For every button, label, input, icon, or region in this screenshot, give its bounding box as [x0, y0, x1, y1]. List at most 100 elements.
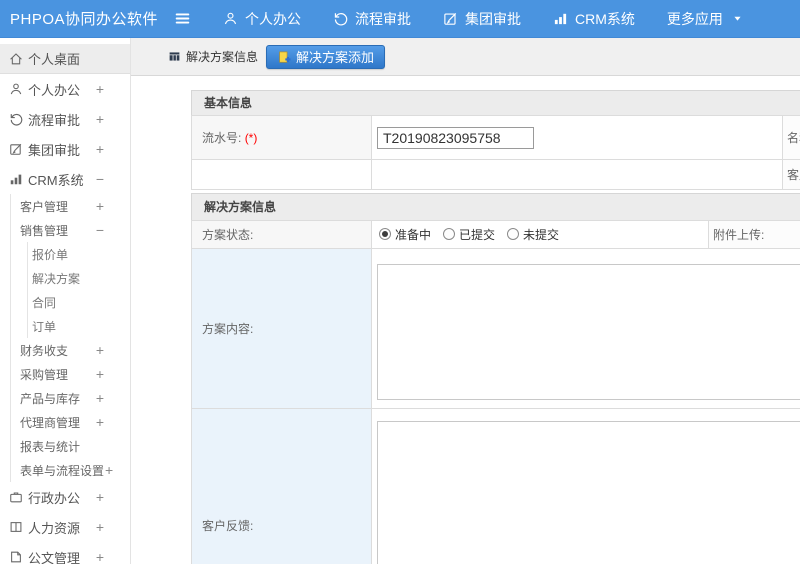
sidebar-item-group-approval[interactable]: 集团审批 + — [0, 134, 130, 164]
sidebar-item-label: 人力资源 — [28, 520, 81, 536]
top-navigation-bar: PHPOA协同办公软件 个人办公 流程审批 集团审批 CRM系统 更多应用 — [0, 0, 800, 38]
expand-plus-icon[interactable]: + — [96, 489, 104, 505]
top-nav-more-apps[interactable]: 更多应用 — [651, 0, 759, 38]
sidebar-item-personal-desktop[interactable]: 个人桌面 — [0, 44, 130, 74]
expand-plus-icon[interactable]: + — [96, 141, 104, 157]
sidebar-item-solution[interactable]: 解决方案 — [0, 266, 130, 290]
user-icon — [9, 82, 23, 96]
sidebar-item-product-inventory[interactable]: 产品与库存 + — [0, 386, 130, 410]
sidebar-item-finance[interactable]: 财务收支 + — [0, 338, 130, 362]
table-row: 方案状态: 准备中 已提交 未提交 附件上传: — [191, 220, 800, 249]
tab-solution-add-label: 解决方案添加 — [296, 50, 375, 65]
required-mark: (*) — [244, 131, 258, 145]
radio-option-label: 已提交 — [459, 227, 496, 242]
sidebar-item-contract[interactable]: 合同 — [0, 290, 130, 314]
sidebar-item-sales-mgmt[interactable]: 销售管理 − — [0, 218, 130, 242]
sidebar-item-label: 产品与库存 — [20, 391, 81, 406]
tab-solution-add-button[interactable]: 解决方案添加 — [266, 44, 386, 69]
expand-plus-icon[interactable]: + — [96, 549, 104, 564]
name-label: 名称 — [787, 131, 800, 145]
top-nav-crm-system[interactable]: CRM系统 — [537, 0, 651, 38]
expand-plus-icon[interactable]: + — [96, 519, 104, 535]
sidebar-item-admin-office[interactable]: 行政办公 + — [0, 482, 130, 512]
sidebar-item-agent-mgmt[interactable]: 代理商管理 + — [0, 410, 130, 434]
sidebar-item-label: 报表与统计 — [20, 439, 81, 454]
attachment-label-cell: 附件上传: — [708, 220, 800, 249]
serial-number-label-cell: 流水号: (*) — [191, 115, 372, 160]
sidebar-item-order[interactable]: 订单 — [0, 314, 130, 338]
status-option-0[interactable]: 准备中 — [379, 226, 431, 243]
top-nav-label: 个人办公 — [245, 10, 301, 27]
tab-solution-info[interactable]: 解决方案信息 — [168, 48, 258, 65]
sidebar-item-label: 个人桌面 — [28, 52, 81, 67]
home-icon — [9, 52, 23, 66]
status-label-cell: 方案状态: — [191, 220, 372, 249]
content-label-cell: 方案内容: — [191, 248, 372, 409]
sidebar-item-document-mgmt[interactable]: 公文管理 + — [0, 542, 130, 564]
sidebar-item-human-resources[interactable]: 人力资源 + — [0, 512, 130, 542]
app-logo: PHPOA协同办公软件 — [10, 11, 159, 28]
sidebar-item-crm-system[interactable]: CRM系统 − — [0, 164, 130, 194]
content-textarea-cell — [371, 248, 800, 409]
expand-plus-icon[interactable]: + — [96, 81, 104, 97]
table-grid-icon — [168, 50, 181, 63]
sidebar-item-label: 代理商管理 — [20, 415, 81, 430]
customer-feedback-textarea[interactable] — [377, 421, 800, 564]
sidebar-item-customer-mgmt[interactable]: 客户管理 + — [0, 194, 130, 218]
top-nav-group-approval[interactable]: 集团审批 — [427, 0, 537, 38]
sidebar-item-quotation[interactable]: 报价单 — [0, 242, 130, 266]
table-row: 客户 — [191, 159, 800, 190]
solution-info-section-header: 解决方案信息 — [191, 193, 800, 221]
user-icon — [223, 11, 238, 26]
expand-plus-icon[interactable]: + — [96, 342, 104, 358]
table-row: 流水号: (*) 名称 — [191, 115, 800, 160]
top-nav-label: 集团审批 — [465, 10, 521, 27]
sidebar-item-label: 流程审批 — [28, 112, 81, 128]
status-option-1[interactable]: 已提交 — [443, 226, 495, 243]
expand-plus-icon[interactable]: + — [96, 414, 104, 430]
sidebar-item-label: 解决方案 — [32, 271, 81, 286]
serial-number-input[interactable] — [377, 126, 534, 149]
expand-plus-icon[interactable]: + — [96, 198, 104, 214]
edit-icon — [9, 142, 23, 156]
customer-label-cell: 客户 — [782, 159, 800, 190]
sidebar-item-workflow-approval[interactable]: 流程审批 + — [0, 104, 130, 134]
top-nav-menu: 个人办公 流程审批 集团审批 CRM系统 更多应用 — [207, 0, 759, 38]
basic-info-table: 流水号: (*) 名称 客户 — [191, 115, 800, 190]
expand-plus-icon[interactable]: + — [96, 366, 104, 382]
hamburger-menu-icon[interactable] — [174, 10, 191, 27]
sidebar-item-label: 采购管理 — [20, 367, 69, 382]
top-nav-label: CRM系统 — [575, 10, 635, 27]
sidebar-item-label: 订单 — [32, 319, 57, 334]
top-nav-label: 更多应用 — [666, 10, 723, 27]
top-nav-workflow-approval[interactable]: 流程审批 — [317, 0, 427, 38]
basic-info-section-header: 基本信息 — [191, 90, 800, 116]
sidebar-item-label: 表单与流程设置 — [20, 463, 105, 478]
top-nav-personal-office[interactable]: 个人办公 — [207, 0, 317, 38]
doc-icon — [9, 550, 23, 564]
expand-plus-icon[interactable]: + — [96, 390, 104, 406]
table-row: 方案内容: — [191, 248, 800, 409]
expand-plus-icon[interactable]: + — [105, 462, 113, 478]
radio-unchecked-icon[interactable] — [507, 228, 520, 241]
solution-add-form: 基本信息 流水号: (*) 名称 — [191, 90, 800, 564]
status-option-2[interactable]: 未提交 — [507, 226, 559, 243]
sidebar-item-label: CRM系统 — [28, 172, 84, 188]
sidebar-item-personal-office[interactable]: 个人办公 + — [0, 74, 130, 104]
sidebar-item-purchase-mgmt[interactable]: 采购管理 + — [0, 362, 130, 386]
table-row: 客户反馈: — [191, 408, 800, 564]
sidebar-item-label: 报价单 — [32, 247, 69, 262]
sidebar-item-reports-statistics[interactable]: 报表与统计 — [0, 434, 130, 458]
sidebar-item-label: 公文管理 — [28, 550, 81, 564]
chart-icon — [553, 11, 568, 26]
collapse-minus-icon[interactable]: − — [96, 222, 104, 238]
expand-plus-icon[interactable]: + — [96, 111, 104, 127]
add-page-icon — [277, 50, 291, 64]
solution-info-table: 方案状态: 准备中 已提交 未提交 附件上传: 方案内容: 客户反馈: — [191, 220, 800, 564]
sidebar-item-form-workflow-settings[interactable]: 表单与流程设置 + — [0, 458, 130, 482]
collapse-minus-icon[interactable]: − — [96, 171, 104, 187]
radio-checked-icon[interactable] — [379, 228, 391, 241]
radio-unchecked-icon[interactable] — [443, 228, 456, 241]
solution-content-textarea[interactable] — [377, 263, 800, 400]
sidebar-item-label: 集团审批 — [28, 142, 81, 158]
